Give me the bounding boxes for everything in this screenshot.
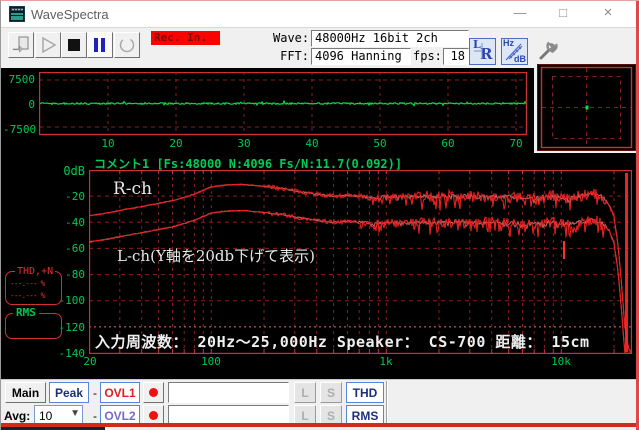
spec-x-label: 10k [547,355,575,368]
loop-icon [115,33,139,57]
bottombar-divider [386,381,388,425]
lr-divider-icon [470,39,495,64]
wave-y-label: 0 [3,98,35,111]
stop-button[interactable] [61,32,87,58]
spec-y-label: -140 [49,347,85,360]
wave-x-label: 70 [506,137,526,150]
fft-label: FFT: [273,49,309,63]
r-channel-label: R-ch [113,179,152,199]
rms-readout-box: RMS [5,313,62,339]
separator-dash: - [93,386,97,400]
wave-x-label: 30 [234,137,254,150]
pause-icon [88,33,112,57]
ovl1-comment-input[interactable] [168,382,289,403]
lr-channel-button[interactable]: L R [469,38,496,65]
thd-value-row: ---.--- % [10,291,58,300]
fps-label: fps: [413,49,441,63]
wave-y-label: -7500 [3,123,35,136]
ruler-icon [502,39,527,64]
spec-y-label: -60 [49,242,85,255]
toolbar: Rec. In. Wave: 48000Hz 16bit 2ch FFT: 40… [1,27,639,68]
app-icon [9,6,25,22]
spec-y-label: -40 [49,216,85,229]
spec-x-label: 100 [197,355,225,368]
avg-selected-value: 10 [39,409,52,423]
separator-dash: - [93,409,97,423]
maximize-button[interactable]: □ [546,1,580,27]
wave-x-label: 60 [438,137,458,150]
thd-button[interactable]: THD [346,382,384,403]
hz-db-scale-button[interactable]: Hz dB [501,38,528,65]
rec-in-status: Rec. In. [151,31,220,45]
spec-x-label: 20 [81,355,99,368]
wrench-icon [536,38,560,62]
wave-x-label: 50 [370,137,390,150]
stop-icon [62,33,86,57]
thd-readout-box: THD,+N ---.--- % ---.--- % [5,271,62,305]
open-file-icon [9,33,33,57]
measurement-caption: 入力周波数： 20Hz～25,000Hz Speaker： CS-700 距離：… [95,331,590,352]
wave-x-label: 10 [98,137,118,150]
minimize-button[interactable]: — [503,1,537,27]
window-title: WaveSpectra [31,7,109,22]
spectrum-panel: コメント1 [Fs:48000 N:4096 Fs/N:11.7(0.092)]… [1,153,639,379]
lissajous-plot [538,65,635,150]
fft-setting-field[interactable]: 4096 Hanning [311,48,411,65]
wave-label: Wave: [273,31,309,45]
peak-button[interactable]: Peak [49,382,89,403]
spec-x-label: 1k [372,355,400,368]
lissajous-panel [534,63,639,153]
waveform-plot [39,72,528,136]
ovl1-button[interactable]: OVL1 [100,382,140,403]
open-file-button[interactable] [8,32,34,58]
title-bar: WaveSpectra — □ × [1,1,639,27]
ovl1-load-button[interactable]: L [294,382,316,403]
fps-value-field: 18 [443,48,469,65]
play-button[interactable] [35,32,61,58]
settings-button[interactable] [535,37,561,63]
thd-value-row: ---.--- % [10,279,58,288]
spec-y-label: -20 [49,190,85,203]
ovl1-record-button[interactable] [143,382,164,403]
l-channel-label: L-ch(Y軸を20db下げて表示) [117,245,315,266]
spec-y0-label: 0dB [49,164,85,178]
wave-y-label: 7500 [3,73,35,86]
wave-format-field: 48000Hz 16bit 2ch [311,30,469,47]
wavespectra-window: WaveSpectra — □ × [0,0,639,430]
bottom-control-bar: Main Peak - OVL1 L S THD Avg: 10 ▼ - OVL… [1,379,639,424]
wave-x-label: 40 [302,137,322,150]
thd-box-title: THD,+N [15,266,55,277]
lissajous-display [537,64,636,151]
wave-x-label: 20 [166,137,186,150]
chevron-down-icon: ▼ [70,408,80,419]
waveform-panel: 7500 0 -7500 10 20 30 40 50 60 70 [1,68,534,153]
close-button[interactable]: × [591,1,625,27]
ovl1-save-button[interactable]: S [320,382,342,403]
avg-label: Avg: [4,409,30,423]
main-button[interactable]: Main [5,382,46,403]
loop-button[interactable] [114,32,140,58]
rms-box-title: RMS [13,306,39,319]
pause-button[interactable] [87,32,113,58]
play-icon [36,33,60,57]
